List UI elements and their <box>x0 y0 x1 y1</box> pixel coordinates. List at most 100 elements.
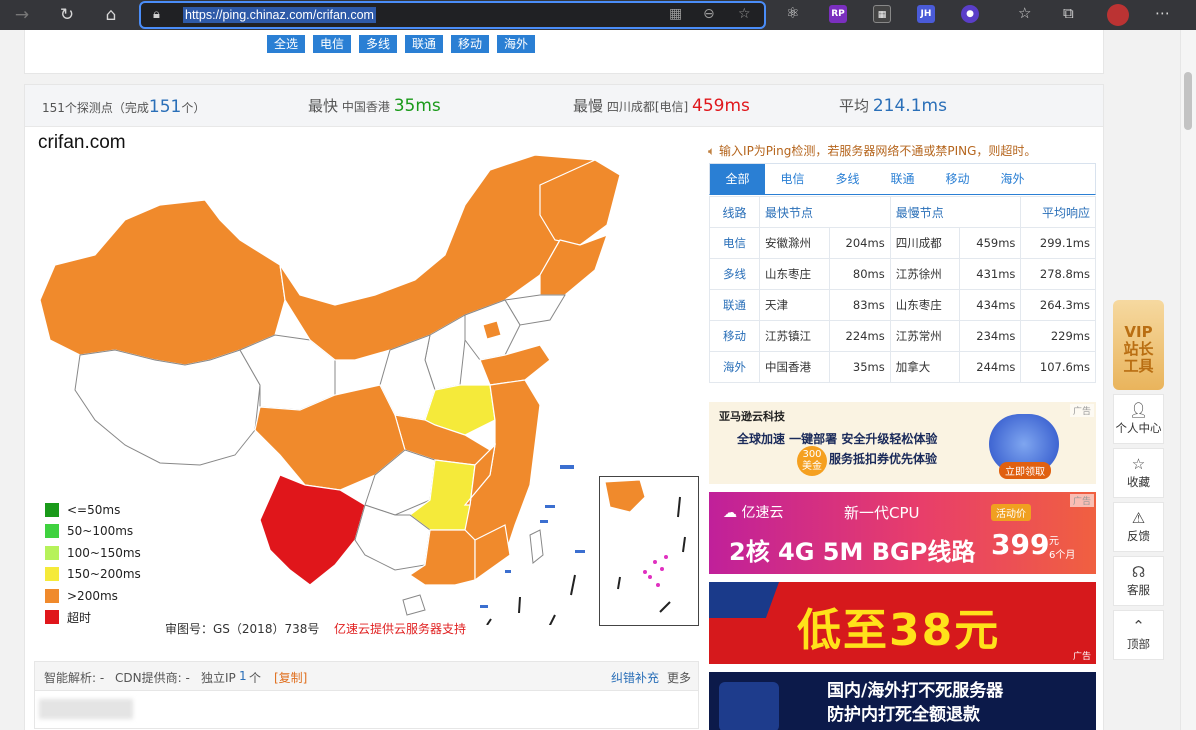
header-line: 线路 <box>709 196 760 228</box>
row-line[interactable]: 多线 <box>709 258 760 290</box>
ad1-brand: 亚马逊云科技 <box>719 410 785 423</box>
row-slow-ms: 234ms <box>959 320 1022 352</box>
qr-extension-icon[interactable]: ▦ <box>873 5 891 23</box>
copy-button[interactable]: [复制] <box>274 669 307 686</box>
cdn-provider: CDN提供商: - <box>115 671 190 685</box>
tab-overseas[interactable]: 海外 <box>985 164 1040 195</box>
ad-low-price-banner[interactable]: 低至38元 广告 <box>709 582 1096 664</box>
reload-icon[interactable]: ↻ <box>55 4 79 26</box>
atom-extension-icon[interactable]: ⚛ <box>786 4 799 22</box>
average-stat: 平均 214.1ms <box>839 95 947 116</box>
feedback-label: 反馈 <box>1127 529 1150 543</box>
probe-count-suffix: 个） <box>181 101 206 115</box>
row-fast-location: 江苏镇江 <box>759 320 830 352</box>
star-icon: ☆ <box>1131 455 1146 473</box>
profile-avatar[interactable] <box>1107 4 1129 26</box>
legend-swatch <box>45 524 59 539</box>
customer-service-label: 客服 <box>1127 583 1150 597</box>
table-row: 联通 天津 83ms 山东枣庄 434ms 264.3ms <box>709 289 1096 321</box>
average-value: 214.1ms <box>872 96 947 116</box>
address-bar[interactable]: 🔒︎ https://ping.chinaz.com/crifan.com ▦ … <box>139 1 766 29</box>
ad-server-banner[interactable]: 国内/海外打不死服务器 防护内打死全额退款 <box>709 672 1096 730</box>
tab-multiline[interactable]: 多线 <box>820 164 875 195</box>
ad-aws-banner[interactable]: 广告 亚马逊云科技 全球加速 一键部署 安全升级轻松体验 服务抵扣券优先体验 3… <box>709 402 1096 484</box>
forward-icon[interactable]: → <box>10 4 34 26</box>
tab-mobile[interactable]: 移动 <box>930 164 985 195</box>
legend-item: <=50ms <box>45 499 141 521</box>
ad3-headline: 低至38元 <box>797 605 1001 656</box>
region-taiwan <box>529 529 544 564</box>
region-tibet <box>74 349 261 466</box>
back-to-top-button[interactable]: ⌃ 顶部 <box>1113 610 1164 660</box>
more-link[interactable]: 更多 <box>667 669 691 686</box>
legend-swatch <box>45 588 59 603</box>
table-row: 移动 江苏镇江 224ms 江苏常州 234ms 229ms <box>709 320 1096 352</box>
row-slow-location: 江苏徐州 <box>889 258 961 290</box>
ad1-line1: 全球加速 一键部署 安全升级轻松体验 <box>737 432 938 446</box>
legend-label: 超时 <box>67 610 92 625</box>
legend-label: 100~150ms <box>67 545 141 560</box>
floating-toolbar: VIP 站长 工具 👤︎ 个人中心 ☆ 收藏 ⚠︎ 反馈 ☊ 客服 ⌃ 顶部 <box>1113 300 1164 660</box>
ad1-badge-unit: 美金 <box>802 461 822 472</box>
report-error-link[interactable]: 纠错补充 <box>611 669 659 686</box>
collections-icon[interactable]: ⧉ <box>1063 4 1074 22</box>
ad2-brand-text: 亿速云 <box>741 505 784 521</box>
row-line[interactable]: 联通 <box>709 289 760 321</box>
tab-unicom[interactable]: 联通 <box>875 164 930 195</box>
page-scrollbar[interactable] <box>1180 30 1196 730</box>
filter-multiline-button[interactable]: 多线 <box>359 35 398 53</box>
arrow-up-icon: ⌃ <box>1132 617 1145 635</box>
ip-count[interactable]: 1 <box>239 669 247 683</box>
row-line[interactable]: 移动 <box>709 320 760 352</box>
fastest-label: 最快 <box>308 97 339 115</box>
slowest-stat: 最慢 四川成都[电信] 459ms <box>573 95 750 116</box>
row-slow-location: 加拿大 <box>889 351 961 383</box>
filter-mobile-button[interactable]: 移动 <box>451 35 490 53</box>
tab-telecom[interactable]: 电信 <box>765 164 820 195</box>
add-favorite-icon[interactable]: ☆ <box>738 6 751 22</box>
ai-extension-icon[interactable]: ● <box>961 5 979 23</box>
row-line[interactable]: 海外 <box>709 351 760 383</box>
vip-tools-button[interactable]: VIP 站长 工具 <box>1113 300 1164 390</box>
region-xinjiang[interactable] <box>39 199 286 366</box>
home-icon[interactable]: ⌂ <box>99 4 123 26</box>
favorites-icon[interactable]: ☆ <box>1018 4 1031 22</box>
ad2-price: 399 <box>991 528 1050 561</box>
feedback-button[interactable]: ⚠︎ 反馈 <box>1113 502 1164 552</box>
zoom-icon[interactable]: ⊖ <box>703 6 715 22</box>
ad1-cta-button[interactable]: 立即领取 <box>999 462 1051 479</box>
ad1-badge-value: 300 <box>802 449 822 460</box>
jh-extension-icon[interactable]: JH <box>917 5 935 23</box>
row-line[interactable]: 电信 <box>709 227 760 259</box>
row-average: 299.1ms <box>1020 227 1096 259</box>
filter-overseas-button[interactable]: 海外 <box>497 35 536 53</box>
vip-label: VIP <box>1124 323 1153 341</box>
legend-label: >200ms <box>67 588 118 603</box>
region-yunnan[interactable] <box>259 474 366 586</box>
legend-swatch <box>45 502 59 517</box>
row-slow-location: 山东枣庄 <box>889 289 961 321</box>
row-fast-ms: 224ms <box>828 320 891 352</box>
vip-label: 工具 <box>1123 357 1154 375</box>
personal-center-button[interactable]: 👤︎ 个人中心 <box>1113 394 1164 444</box>
favorite-button[interactable]: ☆ 收藏 <box>1113 448 1164 498</box>
url-text[interactable]: https://ping.chinaz.com/crifan.com <box>183 7 376 23</box>
scrollbar-thumb[interactable] <box>1184 72 1192 130</box>
map-review-number: 审图号：GS（2018）738号 <box>165 622 320 636</box>
ip-list-panel <box>34 691 699 729</box>
filter-unicom-button[interactable]: 联通 <box>405 35 444 53</box>
slowest-location: 四川成都[电信] <box>606 100 689 114</box>
app-grid-icon[interactable]: ▦ <box>669 6 682 22</box>
filter-all-button[interactable]: 全选 <box>267 35 306 53</box>
fastest-location: 中国香港 <box>341 100 390 114</box>
sponsor-link[interactable]: 亿速云提供云服务器支持 <box>334 620 466 637</box>
rp-extension-icon[interactable]: RP <box>829 5 847 23</box>
row-fast-ms: 35ms <box>828 351 891 383</box>
ad-yisu-banner[interactable]: 广告 ☁︎ 亿速云 新一代CPU 活动价 2核 4G 5M BGP线路 399 … <box>709 492 1096 574</box>
tab-all[interactable]: 全部 <box>710 164 765 195</box>
row-slow-ms: 244ms <box>959 351 1022 383</box>
filter-telecom-button[interactable]: 电信 <box>313 35 352 53</box>
customer-service-button[interactable]: ☊ 客服 <box>1113 556 1164 606</box>
row-fast-ms: 204ms <box>828 227 891 259</box>
more-menu-icon[interactable]: ⋯ <box>1155 4 1170 22</box>
